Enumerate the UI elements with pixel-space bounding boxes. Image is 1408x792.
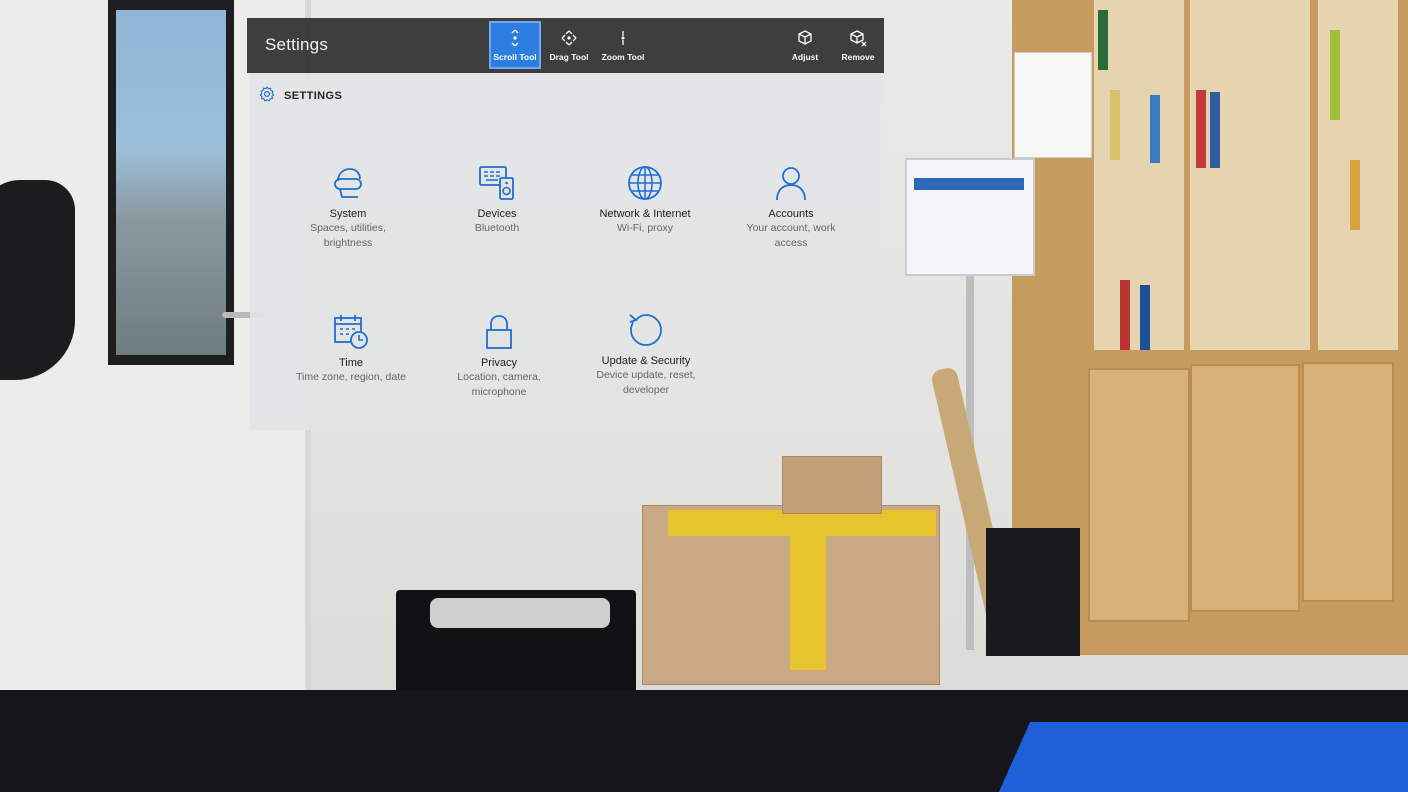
door-window-glass [116, 10, 226, 355]
settings-header-label: SETTINGS [284, 89, 343, 102]
tile-privacy-title: Privacy [480, 357, 518, 369]
tile-privacy[interactable]: Privacy Location, camera, microphone [439, 312, 559, 400]
gear-icon [258, 85, 276, 106]
book [1098, 10, 1108, 70]
hanging-coat [0, 180, 75, 380]
scroll-icon [509, 27, 521, 49]
blue-mat [990, 722, 1408, 792]
calendar-clock-icon [332, 312, 370, 352]
tile-time[interactable]: Time Time zone, region, date [291, 312, 411, 385]
drag-icon [560, 27, 578, 49]
tile-network[interactable]: Network & Internet Wi-Fi, proxy [585, 163, 705, 236]
person-icon [773, 163, 809, 203]
tile-accounts-subtitle: Your account, work access [746, 222, 836, 249]
remove-label: Remove [841, 52, 875, 62]
book [1350, 160, 1360, 230]
tile-accounts-title: Accounts [768, 208, 814, 220]
tile-devices[interactable]: Devices Bluetooth [437, 163, 557, 236]
book [1330, 30, 1340, 120]
adjust-cube-icon [796, 27, 814, 49]
book [1196, 90, 1206, 168]
tile-devices-title: Devices [477, 208, 517, 220]
speaker-box [986, 528, 1080, 656]
shelf-cell [1190, 0, 1310, 350]
cabinet-door [1088, 368, 1190, 622]
tile-time-subtitle: Time zone, region, date [296, 371, 406, 383]
info-sign-bar [914, 178, 1024, 190]
adjust-button[interactable]: Adjust [779, 21, 831, 69]
remove-button[interactable]: Remove [832, 21, 884, 69]
remove-cube-icon [849, 27, 867, 49]
cabinet-door [1302, 362, 1394, 602]
tile-privacy-subtitle: Location, camera, microphone [457, 371, 541, 398]
tile-update-security[interactable]: Update & Security Device update, reset, … [586, 310, 706, 398]
zoom-tool-button[interactable]: Zoom Tool [597, 21, 649, 69]
tile-system-title: System [329, 208, 367, 220]
tile-system[interactable]: System Spaces, utilities, brightness [288, 163, 408, 251]
cabinet-door [1190, 364, 1300, 612]
zoom-tool-label: Zoom Tool [601, 52, 645, 62]
drag-tool-label: Drag Tool [549, 52, 589, 62]
book [1140, 285, 1150, 350]
tile-update-security-subtitle: Device update, reset, developer [596, 369, 696, 396]
tile-devices-subtitle: Bluetooth [474, 222, 520, 234]
book [1110, 90, 1120, 160]
app-title: Settings [265, 35, 329, 54]
book [1120, 280, 1130, 350]
box-tape [790, 510, 826, 670]
app-bar: Settings Scroll Tool Drag Tool Zoom Tool [247, 18, 884, 73]
tile-system-subtitle: Spaces, utilities, brightness [310, 222, 386, 249]
lock-icon [483, 312, 515, 352]
wall-poster [1014, 52, 1092, 158]
headset-icon [330, 163, 366, 203]
drag-tool-button[interactable]: Drag Tool [543, 21, 595, 69]
book [1150, 95, 1160, 163]
scroll-tool-label: Scroll Tool [493, 52, 537, 62]
tile-network-subtitle: Wi-Fi, proxy [617, 222, 673, 234]
book [1210, 92, 1220, 168]
globe-icon [626, 163, 664, 203]
tile-time-title: Time [338, 357, 364, 369]
scroll-tool-button[interactable]: Scroll Tool [489, 21, 541, 69]
settings-header: SETTINGS [258, 85, 342, 106]
tile-network-title: Network & Internet [599, 208, 691, 220]
small-cardboard-box [782, 456, 882, 514]
info-sign [905, 158, 1035, 276]
tile-accounts[interactable]: Accounts Your account, work access [731, 163, 851, 251]
settings-panel: SETTINGS System Spaces, utilities, brigh… [250, 73, 881, 430]
zoom-icon [618, 27, 628, 49]
tile-update-security-title: Update & Security [601, 355, 691, 367]
crate-paper [430, 598, 610, 628]
adjust-label: Adjust [791, 52, 819, 62]
devices-icon [478, 163, 516, 203]
refresh-icon [627, 310, 665, 350]
